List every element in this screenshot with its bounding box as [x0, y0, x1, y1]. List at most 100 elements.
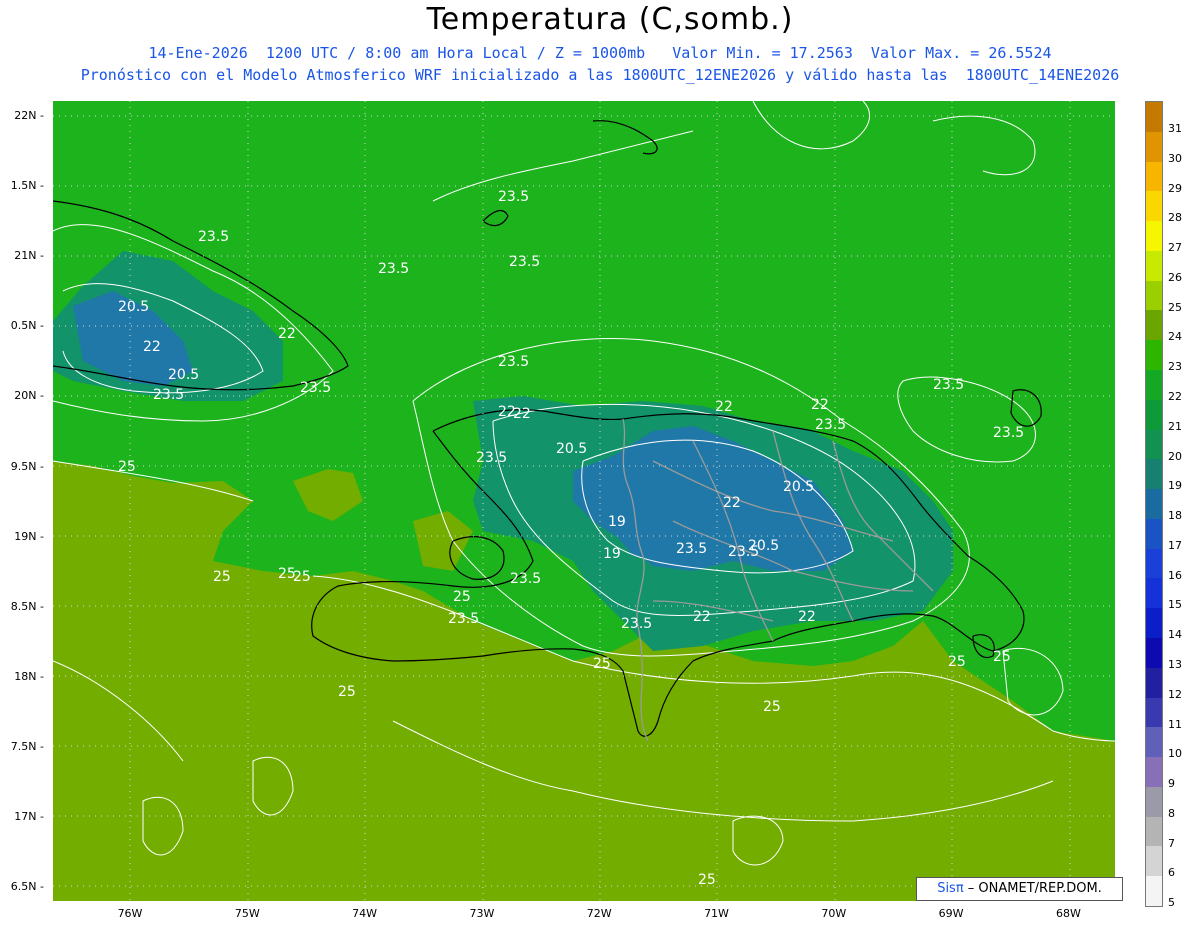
colorbar-swatch [1146, 310, 1162, 341]
contour-label: 20.5 [783, 479, 814, 495]
lat-label: 21N - [14, 249, 44, 263]
colorbar-swatch [1146, 429, 1162, 460]
contour-label: 23.5 [300, 380, 331, 396]
contour-label: 25 [993, 649, 1011, 665]
lon-label: 74W [352, 907, 378, 920]
colorbar-level-label: 20 [1168, 449, 1182, 463]
colorbar-level-label: 12 [1168, 687, 1182, 701]
contour-label: 19 [603, 546, 621, 562]
colorbar-swatch [1146, 370, 1162, 401]
contour-label: 25 [698, 872, 716, 888]
contour-label: 22 [723, 495, 741, 511]
colorbar-level-label: 8 [1168, 806, 1175, 820]
contour-label: 25 [213, 569, 231, 585]
colorbar-level-label: 30 [1168, 151, 1182, 165]
colorbar-swatch [1146, 161, 1162, 192]
lon-label: 73W [469, 907, 495, 920]
lon-label: 72W [586, 907, 612, 920]
contour-label: 23.5 [153, 387, 184, 403]
sis-logo-text: Sisπ [937, 881, 964, 896]
colorbar-swatch [1146, 638, 1162, 669]
colorbar-level-label: 6 [1168, 866, 1175, 880]
lat-label: 8.5N - [10, 599, 44, 613]
contour-label: 25 [278, 566, 296, 582]
contour-label: 23.5 [198, 229, 229, 245]
contour-label: 22 [278, 326, 296, 342]
colorbar-level-label: 19 [1168, 479, 1182, 493]
colorbar-level-label: 24 [1168, 330, 1182, 344]
colorbar-level-label: 7 [1168, 836, 1175, 850]
contour-label: 19 [608, 514, 626, 530]
colorbar-level-label: 11 [1168, 717, 1182, 731]
colorbar-swatch [1146, 280, 1162, 311]
contour-label: 25 [338, 684, 356, 700]
colorbar-swatch [1146, 578, 1162, 609]
lat-label: 19N - [14, 529, 44, 543]
colorbar-swatch [1146, 876, 1162, 907]
colorbar-level-label: 25 [1168, 300, 1182, 314]
temperature-map: 23.5 23.5 23.5 23.5 20.5 22 22 20.5 23.5 23.5 22 23… [53, 101, 1115, 901]
lat-label: 9.5N - [10, 459, 44, 473]
colorbar-swatch [1146, 250, 1162, 282]
lat-label: 17N - [14, 810, 44, 823]
colorbar-level-label: 18 [1168, 509, 1182, 523]
colorbar-level-label: 27 [1168, 241, 1182, 255]
colorbar-level-label: 14 [1168, 628, 1182, 642]
colorbar-swatch [1146, 459, 1162, 490]
contour-label: 23.5 [676, 541, 707, 557]
lon-label: 75W [234, 907, 260, 920]
contour-label: 22 [811, 397, 829, 413]
colorbar-swatch [1146, 757, 1162, 788]
lat-label: 22N - [14, 109, 44, 122]
colorbar-level-label: 23 [1168, 360, 1182, 374]
subtitle-time-range: 14-Ene-2026 1200 UTC / 8:00 am Hora Loca… [148, 44, 1052, 62]
contour-label: 23.5 [815, 417, 846, 433]
subtitle-model-info: Pronóstico con el Modelo Atmosferico WRF… [80, 66, 1120, 84]
contour-label: 20.5 [118, 299, 149, 315]
colorbar-level-label: 29 [1168, 181, 1182, 195]
colorbar-swatch [1146, 489, 1162, 520]
contour-label: 23.5 [728, 544, 759, 560]
colorbar-level-label: 21 [1168, 419, 1182, 433]
colorbar-level-label: 26 [1168, 270, 1182, 284]
lat-label: 18N - [14, 669, 44, 683]
lon-label: 68W [1055, 907, 1081, 920]
colorbar-level-label: 5 [1168, 896, 1175, 910]
credit-text: – ONAMET/REP.DOM. [963, 881, 1102, 896]
contour-label: 22 [715, 399, 733, 415]
contour-label: 25 [763, 699, 781, 715]
colorbar-swatch [1146, 846, 1162, 877]
lon-label: 70W [821, 907, 847, 920]
lat-label: 6.5N - [10, 880, 44, 894]
contour-label: 23.5 [621, 616, 652, 632]
lon-label: 76W [117, 907, 143, 920]
contour-label: 22 [693, 609, 711, 625]
map-title: Temperatura (C,somb.) [426, 2, 794, 37]
colorbar-swatch [1146, 399, 1162, 431]
credit-box: Sisπ – ONAMET/REP.DOM. [916, 877, 1123, 901]
contour-label: 23.5 [933, 377, 964, 393]
colorbar-swatch [1146, 786, 1162, 818]
colorbar-swatch [1146, 667, 1162, 699]
contour-label: 20.5 [556, 441, 587, 457]
colorbar-swatch [1146, 191, 1162, 222]
colorbar-swatch [1146, 727, 1162, 758]
contour-label: 25 [948, 654, 966, 670]
contour-label: 23.5 [510, 571, 541, 587]
colorbar-level-label: 13 [1168, 658, 1182, 671]
colorbar-swatch [1146, 608, 1162, 639]
contour-label: 23.5 [509, 254, 540, 270]
colorbar-swatch [1146, 340, 1162, 371]
colorbar-level-label: 31 [1168, 122, 1182, 135]
colorbar-swatch [1146, 816, 1162, 847]
contour-label: 22 [798, 609, 816, 625]
contour-label: 23.5 [498, 189, 529, 205]
contour-label: 25 [453, 589, 471, 605]
colorbar-swatch [1146, 131, 1162, 163]
lat-label: 20N - [14, 389, 44, 403]
colorbar-level-label: 17 [1168, 538, 1182, 552]
colorbar-level-label: 10 [1168, 747, 1182, 761]
contour-label: 22 [143, 339, 161, 355]
lat-label: 0.5N - [10, 319, 44, 333]
contour-label: 25 [118, 459, 136, 475]
